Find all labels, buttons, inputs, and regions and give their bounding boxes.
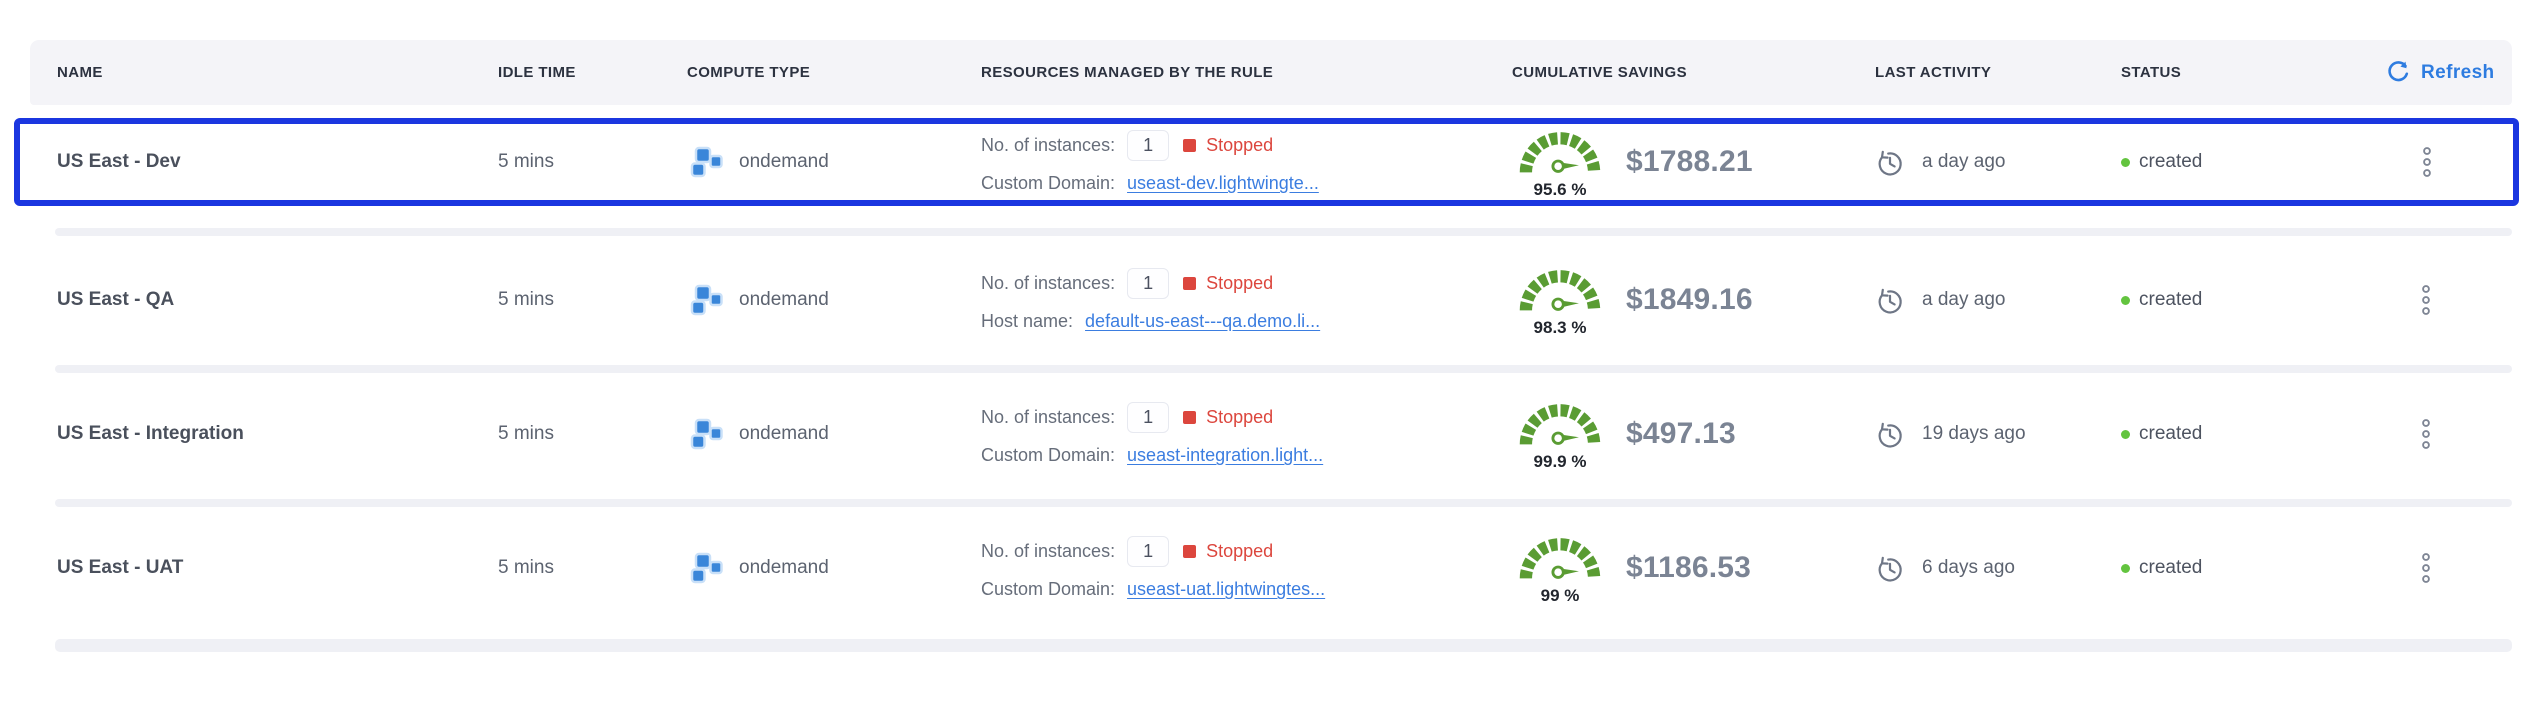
compute-blocks-icon	[687, 551, 724, 586]
savings-amount: $1788.21	[1626, 145, 1753, 179]
savings-amount: $497.13	[1626, 417, 1736, 451]
kebab-menu-icon[interactable]	[2420, 418, 2432, 450]
table-row-us-east-dev[interactable]: US East - Dev 5 mins ondemand No. of ins…	[14, 118, 2519, 206]
status-dot	[2121, 296, 2130, 305]
column-header-last-activity: LAST ACTIVITY	[1875, 64, 2121, 81]
row-separator	[30, 361, 2512, 373]
status-value: created	[2139, 557, 2202, 579]
history-clock-icon	[1875, 148, 1904, 177]
compute-blocks-icon	[687, 283, 724, 318]
column-header-name: NAME	[57, 64, 498, 81]
instances-label: No. of instances:	[981, 407, 1115, 428]
idle-time-value: 5 mins	[498, 423, 687, 445]
instances-label: No. of instances:	[981, 273, 1115, 294]
last-activity-value: a day ago	[1922, 151, 2005, 173]
kebab-menu-icon[interactable]	[2421, 146, 2433, 178]
savings-amount: $1849.16	[1626, 283, 1753, 317]
row-separator	[30, 105, 2512, 118]
column-header-cumulative-savings: CUMULATIVE SAVINGS	[1512, 64, 1875, 81]
history-clock-icon	[1875, 286, 1904, 315]
status-value: created	[2139, 423, 2202, 445]
instances-label: No. of instances:	[981, 541, 1115, 562]
column-header-compute-type: COMPUTE TYPE	[687, 64, 981, 81]
compute-type-value: ondemand	[739, 423, 829, 445]
savings-percent: 99.9 %	[1534, 452, 1587, 472]
rule-name: US East - Dev	[57, 151, 498, 173]
idle-time-value: 5 mins	[498, 151, 687, 173]
idle-time-value: 5 mins	[498, 289, 687, 311]
rule-name: US East - Integration	[57, 423, 498, 445]
savings-gauge: 98.3 %	[1512, 263, 1608, 338]
stopped-square-icon	[1183, 277, 1196, 290]
last-activity-value: 6 days ago	[1922, 557, 2015, 579]
last-activity-value: a day ago	[1922, 289, 2005, 311]
compute-type-value: ondemand	[739, 151, 829, 173]
savings-amount: $1186.53	[1626, 551, 1751, 585]
instances-count-badge: 1	[1127, 268, 1169, 299]
stopped-square-icon	[1183, 139, 1196, 152]
refresh-icon	[2385, 60, 2410, 85]
table-header: NAME IDLE TIME COMPUTE TYPE RESOURCES MA…	[30, 40, 2512, 105]
kebab-menu-icon[interactable]	[2420, 284, 2432, 316]
gauge-arc-icon	[1514, 125, 1606, 179]
savings-percent: 98.3 %	[1534, 318, 1587, 338]
gauge-arc-icon	[1514, 531, 1606, 585]
resource-domain-link[interactable]: useast-uat.lightwingtes...	[1127, 579, 1325, 600]
history-clock-icon	[1875, 554, 1904, 583]
row-separator	[30, 495, 2512, 507]
column-header-status: STATUS	[2121, 64, 2385, 81]
stopped-square-icon	[1183, 411, 1196, 424]
gauge-arc-icon	[1514, 397, 1606, 451]
savings-gauge: 99 %	[1512, 531, 1608, 606]
column-header-resources: RESOURCES MANAGED BY THE RULE	[981, 64, 1512, 81]
resource-hostname-link[interactable]: default-us-east---qa.demo.li...	[1085, 311, 1320, 332]
stopped-square-icon	[1183, 545, 1196, 558]
compute-type-value: ondemand	[739, 557, 829, 579]
history-clock-icon	[1875, 420, 1904, 449]
rule-name: US East - UAT	[57, 557, 498, 579]
instances-count-badge: 1	[1127, 402, 1169, 433]
row-separator	[30, 206, 2512, 239]
savings-percent: 95.6 %	[1534, 180, 1587, 200]
table-row-us-east-qa[interactable]: US East - QA 5 mins ondemand No. of inst…	[30, 239, 2512, 361]
instance-state: Stopped	[1206, 541, 1273, 562]
instances-count-badge: 1	[1127, 130, 1169, 161]
resource-domain-link[interactable]: useast-dev.lightwingte...	[1127, 173, 1319, 194]
status-value: created	[2139, 151, 2202, 173]
rule-name: US East - QA	[57, 289, 498, 311]
resource-label: Custom Domain:	[981, 173, 1115, 194]
instances-label: No. of instances:	[981, 135, 1115, 156]
status-dot	[2121, 158, 2130, 167]
status-dot	[2121, 430, 2130, 439]
compute-blocks-icon	[687, 417, 724, 452]
rules-table: NAME IDLE TIME COMPUTE TYPE RESOURCES MA…	[30, 40, 2512, 670]
table-row-us-east-integration[interactable]: US East - Integration 5 mins ondemand No…	[30, 373, 2512, 495]
resource-label: Host name:	[981, 311, 1073, 332]
instance-state: Stopped	[1206, 407, 1273, 428]
table-row-us-east-uat[interactable]: US East - UAT 5 mins ondemand No. of ins…	[30, 507, 2512, 629]
status-dot	[2121, 564, 2130, 573]
compute-type-value: ondemand	[739, 289, 829, 311]
resource-label: Custom Domain:	[981, 579, 1115, 600]
instances-count-badge: 1	[1127, 536, 1169, 567]
gauge-arc-icon	[1514, 263, 1606, 317]
resource-label: Custom Domain:	[981, 445, 1115, 466]
last-activity-value: 19 days ago	[1922, 423, 2026, 445]
refresh-button[interactable]: Refresh	[2385, 60, 2495, 85]
savings-gauge: 95.6 %	[1512, 125, 1608, 200]
instance-state: Stopped	[1206, 273, 1273, 294]
row-separator	[30, 629, 2512, 670]
column-header-idle-time: IDLE TIME	[498, 64, 687, 81]
savings-gauge: 99.9 %	[1512, 397, 1608, 472]
status-value: created	[2139, 289, 2202, 311]
kebab-menu-icon[interactable]	[2420, 552, 2432, 584]
idle-time-value: 5 mins	[498, 557, 687, 579]
compute-blocks-icon	[687, 145, 724, 180]
refresh-label: Refresh	[2421, 62, 2495, 84]
resource-domain-link[interactable]: useast-integration.light...	[1127, 445, 1323, 466]
savings-percent: 99 %	[1541, 586, 1580, 606]
instance-state: Stopped	[1206, 135, 1273, 156]
